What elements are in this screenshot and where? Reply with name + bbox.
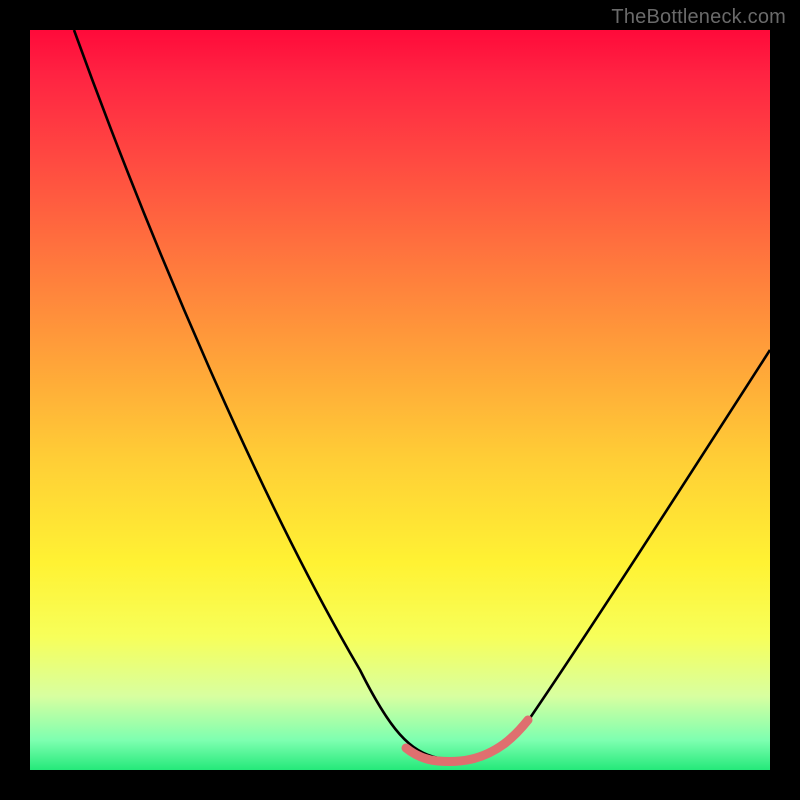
chart-frame: TheBottleneck.com: [0, 0, 800, 800]
curve-accent: [406, 720, 528, 762]
bottleneck-curve: [30, 30, 770, 770]
curve-main: [74, 30, 770, 759]
watermark-text: TheBottleneck.com: [611, 6, 786, 29]
plot-area: [30, 30, 770, 770]
